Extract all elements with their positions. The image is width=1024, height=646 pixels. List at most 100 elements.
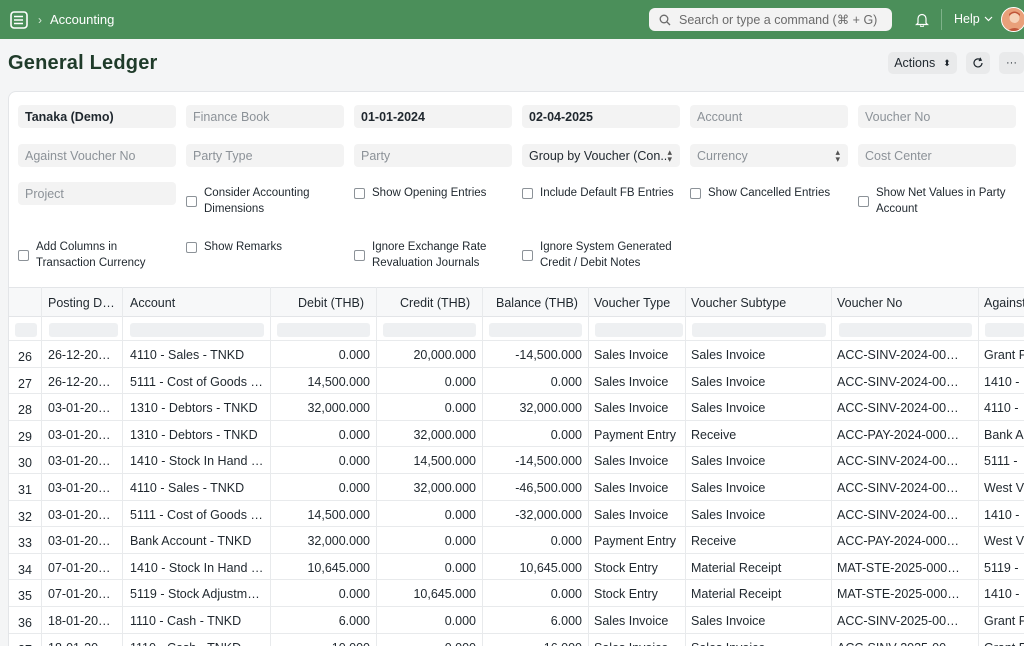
against-voucher-input[interactable]: [25, 148, 176, 163]
column-header-credit[interactable]: Credit (THB): [400, 296, 480, 310]
column-filter-input[interactable]: [383, 323, 476, 337]
cell-debit[interactable]: 0.000: [275, 348, 370, 362]
cell-debit[interactable]: 32,000.000: [275, 401, 370, 415]
cell-against[interactable]: West V: [984, 481, 1024, 495]
cell-balance[interactable]: -32,000.000: [487, 508, 582, 522]
cell-voucher-no[interactable]: ACC-PAY-2024-000…: [837, 428, 972, 442]
cell-against[interactable]: Grant P: [984, 348, 1024, 362]
cell-debit[interactable]: 6.000: [275, 614, 370, 628]
column-header-voucher-no[interactable]: Voucher No: [837, 296, 967, 310]
company-input[interactable]: [25, 109, 176, 124]
cell-debit[interactable]: 0.000: [275, 454, 370, 468]
cell-voucher-type[interactable]: Sales Invoice: [594, 454, 682, 468]
cell-voucher-type[interactable]: Sales Invoice: [594, 508, 682, 522]
cell-against[interactable]: 1410 -: [984, 508, 1024, 522]
cell-voucher-subtype[interactable]: Sales Invoice: [691, 401, 827, 415]
column-header-balance[interactable]: Balance (THB): [496, 296, 586, 310]
cell-voucher-type[interactable]: Stock Entry: [594, 561, 682, 575]
cell-against[interactable]: Grant P: [984, 641, 1024, 646]
cell-account[interactable]: 1110 - Cash - TNKD: [130, 641, 266, 646]
cell-account[interactable]: 4110 - Sales - TNKD: [130, 481, 266, 495]
cell-credit[interactable]: 0.000: [381, 614, 476, 628]
checkbox-box[interactable]: [354, 250, 365, 261]
from-date-field[interactable]: [354, 105, 512, 128]
finance-book-input[interactable]: [193, 109, 344, 124]
cost-center-input[interactable]: [865, 148, 1016, 163]
cell-voucher-no[interactable]: MAT-STE-2025-000…: [837, 587, 972, 601]
account-field[interactable]: [690, 105, 848, 128]
checkbox-consider-accounting-dimensions[interactable]: Consider Accounting Dimensions: [186, 185, 341, 217]
project-input[interactable]: [25, 186, 176, 201]
project-field[interactable]: [18, 182, 176, 205]
column-filter-input[interactable]: [130, 323, 264, 337]
checkbox-show-net-values[interactable]: Show Net Values in Party Account: [858, 185, 1018, 217]
cell-voucher-subtype[interactable]: Sales Invoice: [691, 348, 827, 362]
cell-debit[interactable]: 14,500.000: [275, 508, 370, 522]
cell-balance[interactable]: 6.000: [487, 614, 582, 628]
party-type-field[interactable]: [186, 144, 344, 167]
cell-against[interactable]: Grant P: [984, 614, 1024, 628]
cell-balance[interactable]: 16.000: [487, 641, 582, 646]
cell-credit[interactable]: 14,500.000: [381, 454, 476, 468]
cell-voucher-subtype[interactable]: Sales Invoice: [691, 481, 827, 495]
cell-voucher-type[interactable]: Sales Invoice: [594, 641, 682, 646]
party-field[interactable]: [354, 144, 512, 167]
cell-balance[interactable]: -46,500.000: [487, 481, 582, 495]
cell-against[interactable]: 5119 -: [984, 561, 1024, 575]
cell-voucher-no[interactable]: ACC-SINV-2024-00…: [837, 375, 972, 389]
actions-button[interactable]: Actions ⬍: [888, 52, 957, 74]
cell-against[interactable]: Bank A: [984, 428, 1024, 442]
cell-balance[interactable]: -14,500.000: [487, 454, 582, 468]
cell-balance[interactable]: 0.000: [487, 587, 582, 601]
table-row[interactable]: 31 03-01-20… 4110 - Sales - TNKD 0.000 32,00…: [9, 474, 1024, 501]
checkbox-box[interactable]: [186, 242, 197, 253]
column-header-account[interactable]: Account: [130, 296, 260, 310]
checkbox-box[interactable]: [186, 196, 197, 207]
cell-voucher-no[interactable]: ACC-SINV-2025-00…: [837, 641, 972, 646]
cell-debit[interactable]: 14,500.000: [275, 375, 370, 389]
cell-credit[interactable]: 0.000: [381, 534, 476, 548]
table-row[interactable]: 37 18-01-20… 1110 - Cash - TNKD 10.000 0.000…: [9, 634, 1024, 646]
cell-voucher-subtype[interactable]: Receive: [691, 428, 827, 442]
table-row[interactable]: 34 07-01-20… 1410 - Stock In Hand … 10,645.…: [9, 554, 1024, 581]
cell-credit[interactable]: 32,000.000: [381, 428, 476, 442]
cell-voucher-subtype[interactable]: Sales Invoice: [691, 641, 827, 646]
cell-voucher-no[interactable]: ACC-SINV-2024-00…: [837, 348, 972, 362]
cell-balance[interactable]: 0.000: [487, 428, 582, 442]
cell-credit[interactable]: 0.000: [381, 375, 476, 389]
account-input[interactable]: [697, 109, 848, 124]
cell-account[interactable]: 1310 - Debtors - TNKD: [130, 401, 266, 415]
more-options-button[interactable]: ···: [999, 52, 1024, 74]
cell-debit[interactable]: 0.000: [275, 587, 370, 601]
cell-account[interactable]: 1410 - Stock In Hand …: [130, 454, 266, 468]
cell-voucher-no[interactable]: ACC-PAY-2024-000…: [837, 534, 972, 548]
cell-debit[interactable]: 10,645.000: [275, 561, 370, 575]
cell-voucher-subtype[interactable]: Material Receipt: [691, 561, 827, 575]
cell-voucher-no[interactable]: MAT-STE-2025-000…: [837, 561, 972, 575]
cell-posting-date[interactable]: 03-01-20…: [48, 401, 120, 415]
checkbox-box[interactable]: [522, 250, 533, 261]
cell-posting-date[interactable]: 07-01-20…: [48, 587, 120, 601]
cell-debit[interactable]: 0.000: [275, 428, 370, 442]
column-header-voucher-subtype[interactable]: Voucher Subtype: [691, 296, 821, 310]
checkbox-show-opening-entries[interactable]: Show Opening Entries: [354, 185, 514, 201]
cell-balance[interactable]: 0.000: [487, 534, 582, 548]
cell-voucher-type[interactable]: Sales Invoice: [594, 401, 682, 415]
group-by-select[interactable]: Group by Voucher (Con... ▴ ▾: [522, 144, 680, 167]
cell-against[interactable]: 1410 -: [984, 375, 1024, 389]
table-row[interactable]: 36 18-01-20… 1110 - Cash - TNKD 6.000 0.000 6…: [9, 607, 1024, 634]
cell-balance[interactable]: 0.000: [487, 375, 582, 389]
column-filter-input[interactable]: [489, 323, 582, 337]
cell-posting-date[interactable]: 03-01-20…: [48, 508, 120, 522]
cell-balance[interactable]: 10,645.000: [487, 561, 582, 575]
cell-voucher-subtype[interactable]: Sales Invoice: [691, 614, 827, 628]
cell-account[interactable]: 1110 - Cash - TNKD: [130, 614, 266, 628]
table-row[interactable]: 28 03-01-20… 1310 - Debtors - TNKD 32,000.0…: [9, 394, 1024, 421]
cell-voucher-type[interactable]: Payment Entry: [594, 428, 682, 442]
cell-credit[interactable]: 0.000: [381, 508, 476, 522]
against-voucher-field[interactable]: [18, 144, 176, 167]
voucher-no-input[interactable]: [865, 109, 1016, 124]
cell-credit[interactable]: 10,645.000: [381, 587, 476, 601]
checkbox-ignore-exchange-rate[interactable]: Ignore Exchange Rate Revaluation Journal…: [354, 239, 504, 271]
cell-debit[interactable]: 32,000.000: [275, 534, 370, 548]
